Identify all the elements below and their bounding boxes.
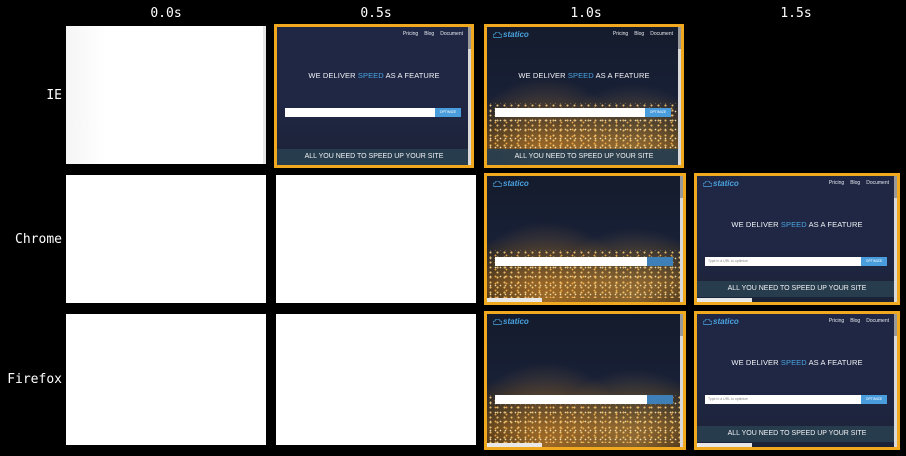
- site-nav: Pricing Blog Document: [403, 31, 463, 37]
- frame-ie-0s[interactable]: [66, 26, 266, 164]
- status-bar: [697, 298, 752, 302]
- frame-firefox-1.5s[interactable]: statico Pricing Blog Document WE DELIVER…: [694, 311, 900, 450]
- cloud-icon: [703, 180, 712, 187]
- site-screenshot: Pricing Blog Document WE DELIVER SPEED A…: [277, 27, 471, 165]
- site-screenshot: statico Pricing Blog Document WE DELIVER…: [697, 314, 897, 447]
- frame-firefox-0.5s[interactable]: [276, 314, 476, 445]
- column-header-0s: 0.0s: [150, 6, 182, 21]
- scrollbar: [678, 27, 681, 165]
- site-screenshot: statico: [487, 176, 683, 302]
- site-nav: Pricing Blog Document: [828, 318, 889, 324]
- site-logo: statico: [703, 179, 739, 188]
- status-bar: [487, 298, 542, 302]
- search-input: Type in a URL to optimize: [705, 257, 861, 266]
- headline-accent: SPEED: [357, 71, 384, 80]
- search-input: Type in a URL to optimize: [705, 395, 861, 404]
- site-band: ALL YOU NEED TO SPEED UP YOUR SITE: [277, 149, 471, 165]
- site-search: [495, 257, 673, 266]
- cloud-icon: [493, 318, 502, 325]
- scrollbar: [680, 314, 683, 447]
- site-search: Type in a URL to optimize OPTIMIZE: [705, 257, 887, 266]
- frame-chrome-1s[interactable]: statico: [484, 173, 686, 305]
- site-screenshot: statico Pricing Blog Document WE DELIVER…: [487, 27, 681, 165]
- site-screenshot: statico: [487, 314, 683, 447]
- row-label-ie: IE: [46, 88, 62, 103]
- search-input: [285, 108, 435, 117]
- nav-pricing: Pricing: [402, 31, 419, 37]
- site-logo: statico: [493, 317, 529, 326]
- site-nav: Pricing Blog Document: [612, 31, 673, 37]
- site-logo: statico: [493, 30, 529, 39]
- column-header-0.5s: 0.5s: [360, 6, 392, 21]
- search-button: OPTIMIZE: [645, 108, 671, 117]
- site-search: Type in a URL to optimize OPTIMIZE: [705, 395, 887, 404]
- search-button: OPTIMIZE: [861, 395, 887, 404]
- search-button: [647, 257, 673, 266]
- frame-ie-1.5s-empty: [694, 26, 894, 164]
- scrollbar: [468, 27, 471, 165]
- site-search: OPTIMIZE: [495, 108, 671, 117]
- site-nav: Pricing Blog Document: [828, 180, 889, 186]
- search-button: OPTIMIZE: [435, 108, 461, 117]
- site-headline: WE DELIVER SPEED AS A FEATURE: [731, 220, 863, 229]
- site-headline: WE DELIVER SPEED AS A FEATURE: [731, 358, 863, 367]
- search-button: OPTIMIZE: [861, 257, 887, 266]
- site-band: ALL YOU NEED TO SPEED UP YOUR SITE: [487, 149, 681, 165]
- search-button: [647, 395, 673, 404]
- row-label-firefox: Firefox: [7, 372, 62, 387]
- column-header-1s: 1.0s: [570, 6, 602, 21]
- frame-firefox-1s[interactable]: statico: [484, 311, 686, 450]
- cloud-icon: [493, 31, 502, 38]
- search-input: [495, 395, 647, 404]
- search-input: [495, 257, 647, 266]
- frame-ie-0.5s[interactable]: Pricing Blog Document WE DELIVER SPEED A…: [274, 24, 474, 168]
- row-label-chrome: Chrome: [15, 232, 62, 247]
- scrollbar: [894, 176, 897, 302]
- site-headline: WE DELIVER SPEED AS A FEATURE: [518, 71, 650, 80]
- status-bar: [487, 443, 542, 447]
- ie-faint-render: [66, 26, 106, 164]
- site-search: [495, 395, 673, 404]
- site-logo: statico: [703, 317, 739, 326]
- cloud-icon: [493, 180, 502, 187]
- nav-document: Document: [440, 31, 463, 37]
- site-headline: WE DELIVER SPEED AS A FEATURE: [308, 71, 440, 80]
- search-input: [495, 108, 645, 117]
- status-bar: [697, 443, 752, 447]
- site-screenshot: statico Pricing Blog Document WE DELIVER…: [697, 176, 897, 302]
- site-band: ALL YOU NEED TO SPEED UP YOUR SITE: [697, 426, 897, 442]
- column-header-1.5s: 1.5s: [780, 6, 812, 21]
- site-band: ALL YOU NEED TO SPEED UP YOUR SITE: [697, 281, 897, 297]
- frame-chrome-0.5s[interactable]: [276, 175, 476, 303]
- frame-ie-1s[interactable]: statico Pricing Blog Document WE DELIVER…: [484, 24, 684, 168]
- nav-blog: Blog: [424, 31, 435, 37]
- frame-chrome-1.5s[interactable]: statico Pricing Blog Document WE DELIVER…: [694, 173, 900, 305]
- scrollbar: [894, 314, 897, 447]
- scrollbar: [680, 176, 683, 302]
- frame-chrome-0s[interactable]: [66, 175, 266, 303]
- site-logo: statico: [493, 179, 529, 188]
- cloud-icon: [703, 318, 712, 325]
- site-search: OPTIMIZE: [285, 108, 461, 117]
- frame-firefox-0s[interactable]: [66, 314, 266, 445]
- ie-scrollbar: [263, 26, 266, 164]
